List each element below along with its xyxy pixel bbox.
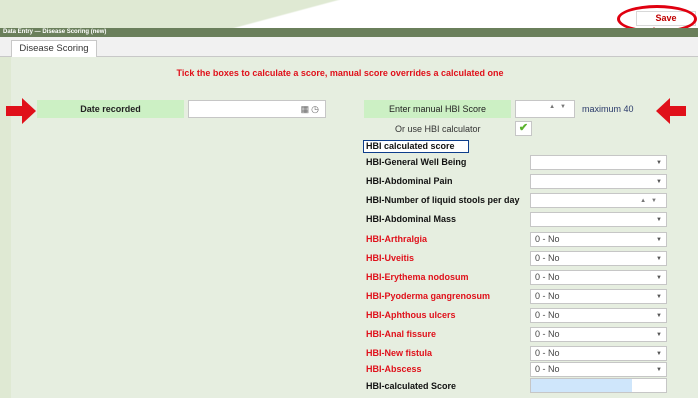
abdominal-pain-select[interactable]: ▼ <box>530 174 667 189</box>
spinner-arrows-icon[interactable]: ▲▼ <box>640 195 662 208</box>
tab-strip: Disease Scoring <box>0 37 698 58</box>
manual-hbi-score-label: Enter manual HBI Score <box>364 100 511 118</box>
aphthous-ulcers-select[interactable]: 0 - No ▼ <box>530 308 667 323</box>
pyoderma-gangrenosum-select[interactable]: 0 - No ▼ <box>530 289 667 304</box>
chevron-down-icon: ▼ <box>656 313 662 319</box>
use-calculator-label: Or use HBI calculator <box>395 124 481 134</box>
general-well-being-select[interactable]: ▼ <box>530 155 667 170</box>
select-value: 0 - No <box>535 291 560 301</box>
liquid-stools-input[interactable]: ▲▼ <box>530 193 667 208</box>
hbi-calculated-score-label: HBI-calculated Score <box>366 381 457 391</box>
clock-icon[interactable]: ◷ <box>311 104 321 114</box>
row-label: HBI-Aphthous ulcers <box>366 310 456 320</box>
uveitis-select[interactable]: 0 - No ▼ <box>530 251 667 266</box>
calendar-icon[interactable]: ▦ <box>301 104 312 114</box>
select-value: 0 - No <box>535 272 560 282</box>
chevron-down-icon: ▼ <box>656 217 662 223</box>
row-label: HBI-Abdominal Pain <box>366 176 453 186</box>
instruction-text: Tick the boxes to calculate a score, man… <box>176 68 504 78</box>
chevron-down-icon: ▼ <box>656 256 662 262</box>
checkmark-icon: ✔ <box>518 122 529 134</box>
calculated-score-fill <box>531 379 633 392</box>
tab-disease-scoring[interactable]: Disease Scoring <box>11 40 97 58</box>
top-band <box>0 0 698 28</box>
chevron-down-icon: ▼ <box>656 160 662 166</box>
red-arrow-right-icon <box>6 98 36 124</box>
select-value: 0 - No <box>535 310 560 320</box>
date-recorded-label: Date recorded <box>37 100 184 118</box>
abscess-select[interactable]: 0 - No ▼ <box>530 362 667 377</box>
maximum-hint: maximum 40 <box>582 104 634 114</box>
spinner-arrows-icon[interactable]: ▲▼ <box>549 104 571 110</box>
new-fistula-select[interactable]: 0 - No ▼ <box>530 346 667 361</box>
hbi-calculated-score-field <box>530 378 667 393</box>
window-title: Data Entry — Disease Scoring (new) <box>0 28 698 37</box>
row-label: HBI-Uveitis <box>366 253 415 263</box>
select-value: 0 - No <box>535 234 560 244</box>
chevron-down-icon: ▼ <box>656 332 662 338</box>
red-arrow-left-icon <box>656 98 686 124</box>
chevron-down-icon: ▼ <box>656 367 662 373</box>
select-value: 0 - No <box>535 329 560 339</box>
manual-hbi-score-input[interactable]: ▲▼ <box>515 100 575 118</box>
use-calculator-checkbox[interactable]: ✔ <box>515 121 532 136</box>
chevron-down-icon: ▼ <box>656 294 662 300</box>
top-left-shade <box>0 0 455 28</box>
select-value: 0 - No <box>535 348 560 358</box>
chevron-down-icon: ▼ <box>656 237 662 243</box>
row-label: HBI-Arthralgia <box>366 234 428 244</box>
chevron-down-icon: ▼ <box>656 179 662 185</box>
row-label: HBI-Abscess <box>366 364 422 374</box>
anal-fissure-select[interactable]: 0 - No ▼ <box>530 327 667 342</box>
date-time-icons[interactable]: ▦◷ <box>301 104 321 115</box>
row-label: HBI-General Well Being <box>366 157 467 167</box>
chevron-down-icon: ▼ <box>656 351 662 357</box>
chevron-down-icon: ▼ <box>656 275 662 281</box>
date-recorded-input[interactable]: ▦◷ <box>188 100 326 118</box>
hbi-calculated-score-heading: HBI calculated score <box>363 140 469 153</box>
select-value: 0 - No <box>535 253 560 263</box>
row-label: HBI-Abdominal Mass <box>366 214 457 224</box>
erythema-nodosum-select[interactable]: 0 - No ▼ <box>530 270 667 285</box>
abdominal-mass-select[interactable]: ▼ <box>530 212 667 227</box>
row-label: HBI-Number of liquid stools per day <box>366 195 520 205</box>
arthralgia-select[interactable]: 0 - No ▼ <box>530 232 667 247</box>
select-value: 0 - No <box>535 364 560 374</box>
row-label: HBI-Erythema nodosum <box>366 272 469 282</box>
row-label: HBI-New fistula <box>366 348 433 358</box>
row-label: HBI-Anal fissure <box>366 329 437 339</box>
row-label: HBI-Pyoderma gangrenosum <box>366 291 491 301</box>
manual-score-text[interactable] <box>516 101 534 117</box>
